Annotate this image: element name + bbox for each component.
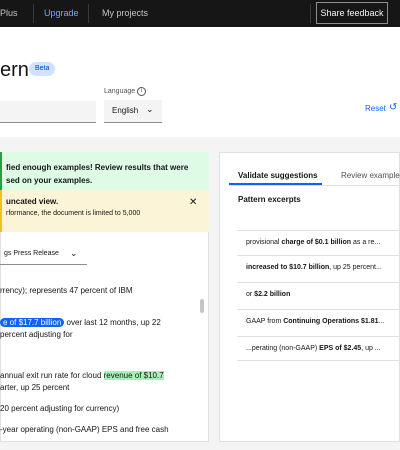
tab-divider xyxy=(229,185,400,186)
tab-validate-suggestions[interactable]: Validate suggestions xyxy=(238,171,318,180)
language-value: English xyxy=(112,106,139,115)
document-line: annual exit run rate for cloud revenue o… xyxy=(0,371,164,380)
reset-icon[interactable]: ↺ xyxy=(389,102,397,113)
my-projects-link[interactable]: My projects xyxy=(102,8,148,19)
document-line: arter, up 25 percent xyxy=(0,383,70,392)
beta-badge: Beta xyxy=(29,62,56,76)
excerpt-text: or $2.2 billion xyxy=(246,291,291,298)
document-select-value: gs Press Release xyxy=(4,250,59,257)
excerpt-text: provisional charge of $0.1 billion as a … xyxy=(246,239,381,246)
share-feedback-button[interactable]: Share feedback xyxy=(316,2,388,24)
document-select[interactable]: gs Press Release ⌄ xyxy=(0,245,87,265)
warning-notification: uncated view. rformance, the document is… xyxy=(0,190,209,232)
pattern-name-input[interactable] xyxy=(0,101,96,123)
upgrade-link[interactable]: Upgrade xyxy=(44,8,79,19)
plan-label: Plus xyxy=(0,8,18,18)
excerpt-row[interactable]: or $2.2 billion xyxy=(237,282,400,307)
nav-divider xyxy=(33,4,34,23)
close-icon[interactable]: ✕ xyxy=(189,197,197,208)
document-line: rrency); represents 47 percent of IBM xyxy=(0,286,133,295)
nav-divider xyxy=(310,4,311,23)
tab-review-examples[interactable]: Review examples xyxy=(341,171,400,180)
document-line: 20 percent adjusting for currency) xyxy=(0,404,120,413)
language-label: Language xyxy=(104,88,136,95)
success-text-line: sed on your examples. xyxy=(6,176,93,185)
warning-body: rformance, the document is limited to 5,… xyxy=(6,210,141,217)
excerpt-text: ...perating (non-GAAP) EPS of $2.45, up … xyxy=(246,345,381,352)
nav-divider xyxy=(88,4,89,23)
chevron-down-icon: ⌄ xyxy=(70,248,78,258)
highlight-match[interactable]: revenue of $10.7 xyxy=(103,371,164,380)
page-title: ern xyxy=(0,59,29,81)
excerpt-row[interactable]: ...perating (non-GAAP) EPS of $2.45, up … xyxy=(237,336,400,361)
warning-title: uncated view. xyxy=(6,197,59,206)
reset-link[interactable]: Reset xyxy=(365,104,386,113)
chevron-down-icon: ⌄ xyxy=(146,104,154,114)
excerpt-row[interactable]: increased to $10.7 billion, up 25 percen… xyxy=(237,255,400,280)
pattern-excerpts-title: Pattern excerpts xyxy=(238,195,301,204)
success-notification: fied enough examples! Review results tha… xyxy=(0,152,209,190)
excerpt-row[interactable]: provisional charge of $0.1 billion as a … xyxy=(237,230,400,255)
excerpt-row[interactable]: GAAP from Continuing Operations $1.81... xyxy=(237,309,400,334)
excerpt-text: GAAP from Continuing Operations $1.81... xyxy=(246,318,385,325)
document-line: -year operating (non-GAAP) EPS and free … xyxy=(0,425,169,434)
excerpt-text: increased to $10.7 billion, up 25 percen… xyxy=(246,264,382,271)
top-navigation-bar: Plus Upgrade My projects Share feedback xyxy=(0,0,400,27)
document-line: e of $17.7 billion over last 12 months, … xyxy=(0,318,161,327)
document-scrollbar[interactable] xyxy=(200,299,204,313)
document-line: percent adjusting for xyxy=(0,330,73,339)
info-icon[interactable]: i xyxy=(137,87,146,96)
highlight-selected[interactable]: e of $17.7 billion xyxy=(0,318,65,327)
success-text-line: fied enough examples! Review results tha… xyxy=(6,163,189,172)
language-select[interactable]: English ⌄ xyxy=(104,100,162,123)
